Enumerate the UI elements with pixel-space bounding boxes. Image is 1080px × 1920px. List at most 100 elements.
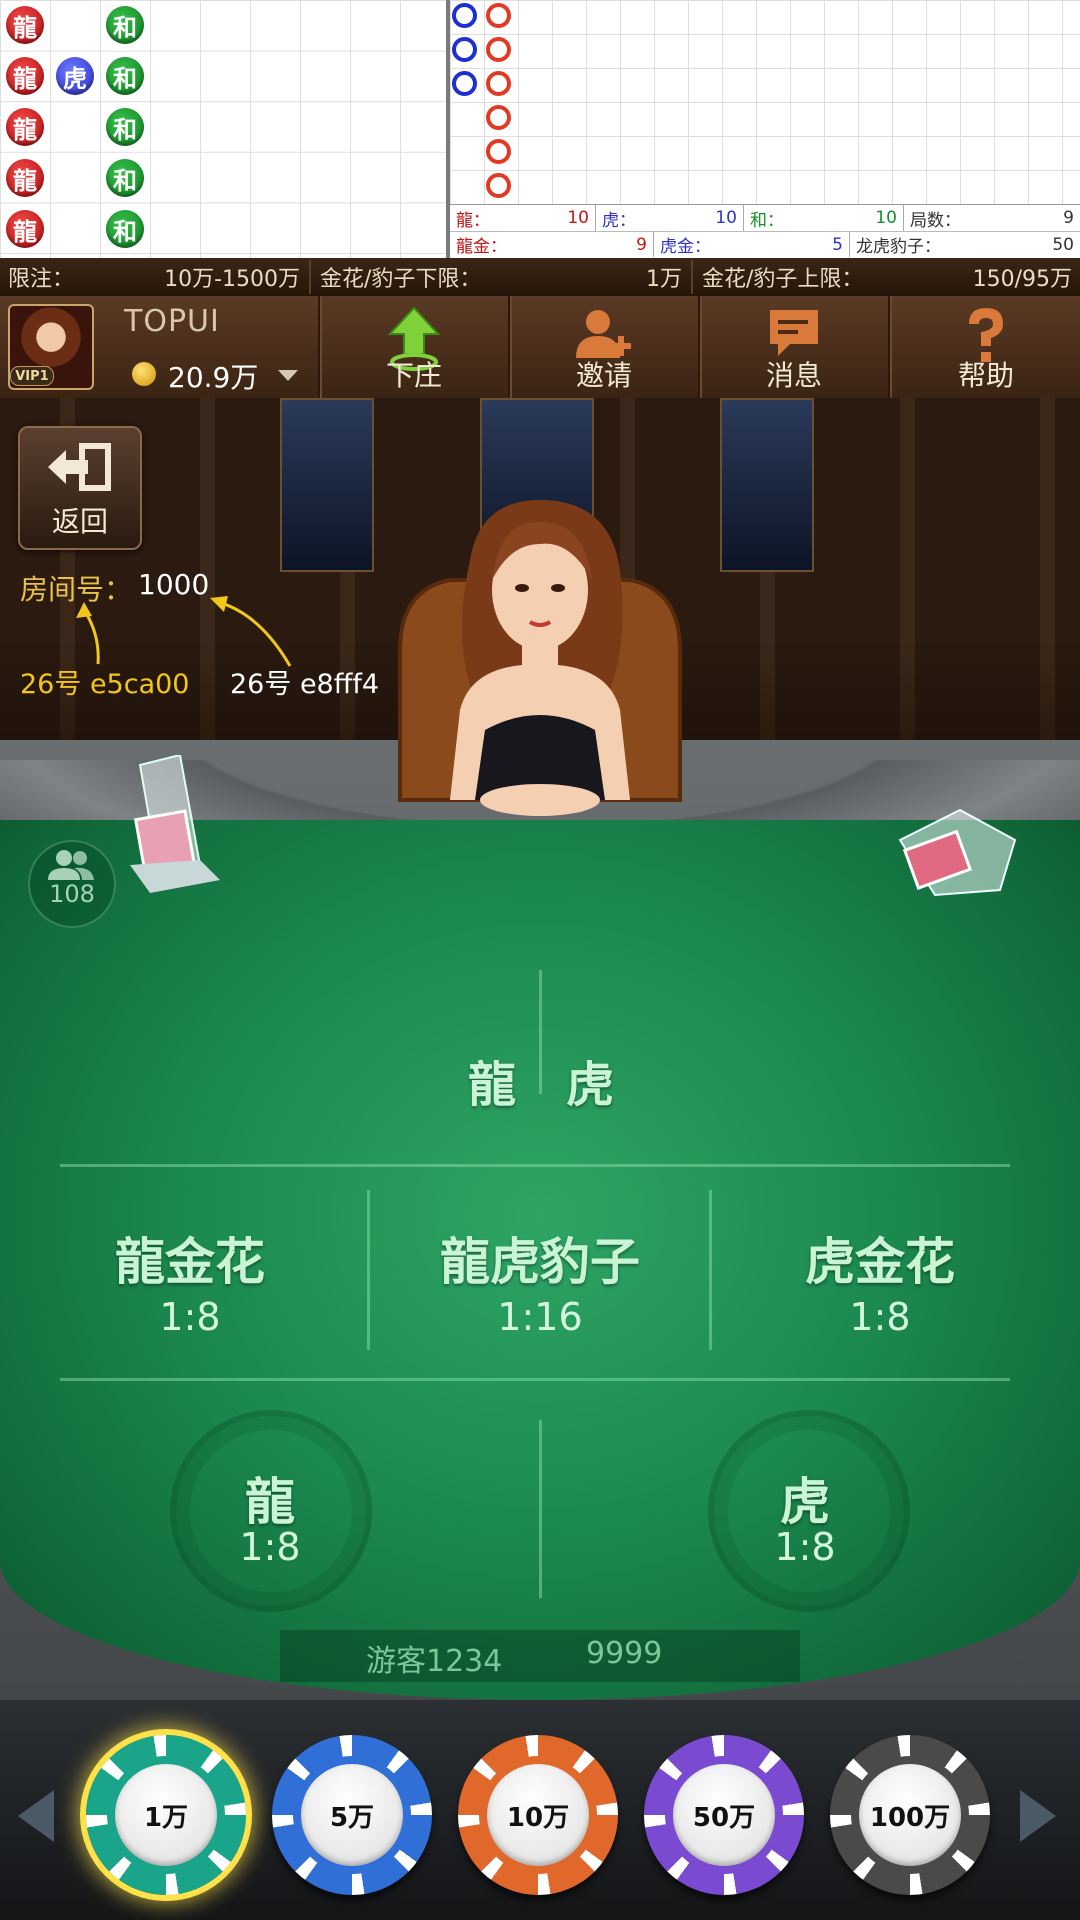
limit-label: 限注：	[8, 267, 75, 292]
annotation-right: 26号 e8fff4	[230, 669, 380, 700]
bead-road-grid	[450, 0, 1080, 204]
banker-button[interactable]: 下庄	[318, 296, 508, 398]
stat-tie-value: 10	[875, 208, 897, 228]
bet-divider	[367, 1190, 370, 1350]
invite-label: 邀请	[575, 359, 632, 392]
chip-label: 1万	[107, 1756, 225, 1874]
invite-button[interactable]: 邀请	[508, 296, 698, 398]
limit-total: 限注： 10万-1500万	[0, 258, 308, 296]
dragon-bead: 龍	[6, 108, 44, 146]
coin-icon	[132, 362, 156, 386]
tie-bead: 和	[106, 6, 144, 44]
background-window	[280, 398, 374, 572]
users-icon	[48, 850, 94, 880]
stat-tiger-gold-label: 虎金：	[660, 237, 711, 257]
stat-rounds-value: 9	[1063, 208, 1074, 228]
stat-rounds-label: 局数：	[910, 210, 961, 231]
bet-divider	[539, 970, 542, 1094]
bet-divider	[539, 1420, 542, 1598]
chip-label: 5万	[293, 1756, 411, 1874]
guest-name: 游客1234	[366, 1644, 503, 1679]
limit-max: 金花/豹子上限： 150/95万	[694, 258, 1080, 296]
bet-divider	[60, 1378, 1010, 1381]
player-name: TOPUI	[124, 304, 220, 339]
stat-tiger-gold-value: 5	[832, 234, 843, 255]
dragon-ring	[486, 71, 511, 96]
exit-icon	[48, 443, 111, 491]
card-discard-holder	[130, 755, 220, 893]
stat-tiger-label: 虎：	[602, 210, 636, 231]
tie-bead: 和	[106, 210, 144, 248]
stat-leopard: 龙虎豹子： 50	[850, 231, 1080, 257]
stat-dragon-value: 10	[567, 208, 589, 228]
tiger-ring	[452, 37, 477, 62]
dragon-ring	[486, 105, 511, 130]
dragon-golden-bet[interactable]: 龍金花	[60, 1222, 320, 1294]
dragon-bead: 龍	[6, 57, 44, 95]
tie-bead: 和	[106, 57, 144, 95]
tiger-bet[interactable]: 虎	[735, 1462, 875, 1534]
limit-bar: 限注： 10万-1500万 金花/豹子下限： 1万 金花/豹子上限： 150/9…	[0, 258, 1080, 296]
vip-badge: VIP1	[10, 366, 54, 386]
message-label: 消息	[765, 359, 822, 392]
dragon-bead: 龍	[6, 210, 44, 248]
player-balance: 20.9万	[168, 361, 259, 394]
dragon-tiger-tiger-label[interactable]: 虎	[560, 1045, 620, 1115]
chip-3[interactable]: 10万	[458, 1735, 618, 1895]
dragon-ring	[486, 37, 511, 62]
stat-tiger: 虎： 10	[596, 205, 744, 231]
bet-divider	[60, 1164, 1010, 1167]
chip-2[interactable]: 5万	[272, 1735, 432, 1895]
limit-value: 10万-1500万	[164, 267, 300, 292]
guest-bar	[280, 1630, 800, 1682]
chip-label: 10万	[479, 1756, 597, 1874]
tie-bead: 和	[106, 159, 144, 197]
leopard-bet[interactable]: 龍虎豹子	[400, 1222, 680, 1294]
dragon-ring	[486, 173, 511, 198]
dealer-character	[398, 500, 682, 816]
dragon-golden-odds: 1:8	[159, 1295, 221, 1339]
limit-min-value: 1万	[646, 267, 682, 292]
limit-min-label: 金花/豹子下限：	[320, 267, 482, 292]
tiger-odds: 1:8	[774, 1525, 836, 1569]
dragon-ring	[486, 3, 511, 28]
tiger-ring	[452, 71, 477, 96]
tiger-bead: 虎	[56, 57, 94, 95]
help-button[interactable]: 帮助	[888, 296, 1080, 398]
message-button[interactable]: 消息	[698, 296, 888, 398]
dragon-tiger-dragon-label[interactable]: 龍	[462, 1045, 522, 1115]
back-label: 返回	[51, 505, 108, 538]
annotation-left: 26号 e5ca00	[20, 669, 190, 700]
guest-value: 9999	[586, 1636, 663, 1671]
bet-divider	[709, 1190, 712, 1350]
big-road-grid	[0, 0, 446, 258]
stat-dragon-gold: 龍金： 9	[450, 231, 654, 257]
stat-dragon-label: 龍：	[456, 210, 490, 231]
stat-leopard-value: 50	[1052, 234, 1074, 255]
leopard-odds: 1:16	[497, 1295, 583, 1339]
stat-tie-label: 和：	[750, 210, 784, 231]
stat-dragon-gold-value: 9	[636, 234, 647, 255]
chip-5[interactable]: 100万	[830, 1735, 990, 1895]
roadmap-stats: 龍： 10 虎： 10 和： 10 局数： 9 龍金： 9 虎金： 5 龙虎豹子…	[450, 204, 1080, 259]
tie-bead: 和	[106, 108, 144, 146]
stat-rounds: 局数： 9	[904, 205, 1080, 231]
limit-max-label: 金花/豹子上限：	[702, 267, 864, 292]
chip-1[interactable]: 1万	[86, 1735, 246, 1895]
stat-dragon: 龍： 10	[450, 205, 596, 231]
tiger-ring	[452, 3, 477, 28]
stat-tiger-gold: 虎金： 5	[654, 231, 850, 257]
chip-label: 50万	[665, 1756, 783, 1874]
help-label: 帮助	[957, 359, 1014, 392]
limit-divider	[691, 260, 693, 294]
stat-tiger-value: 10	[715, 208, 737, 228]
background-window	[720, 398, 814, 572]
dragon-bet[interactable]: 龍	[200, 1462, 340, 1534]
chip-next-arrow[interactable]	[1020, 1790, 1056, 1842]
balance-dropdown-icon[interactable]	[278, 370, 298, 381]
chip-4[interactable]: 50万	[644, 1735, 804, 1895]
banker-label: 下庄	[385, 359, 442, 392]
tiger-golden-bet[interactable]: 虎金花	[750, 1222, 1010, 1294]
chip-prev-arrow[interactable]	[18, 1790, 54, 1842]
online-count: 108	[49, 880, 95, 908]
